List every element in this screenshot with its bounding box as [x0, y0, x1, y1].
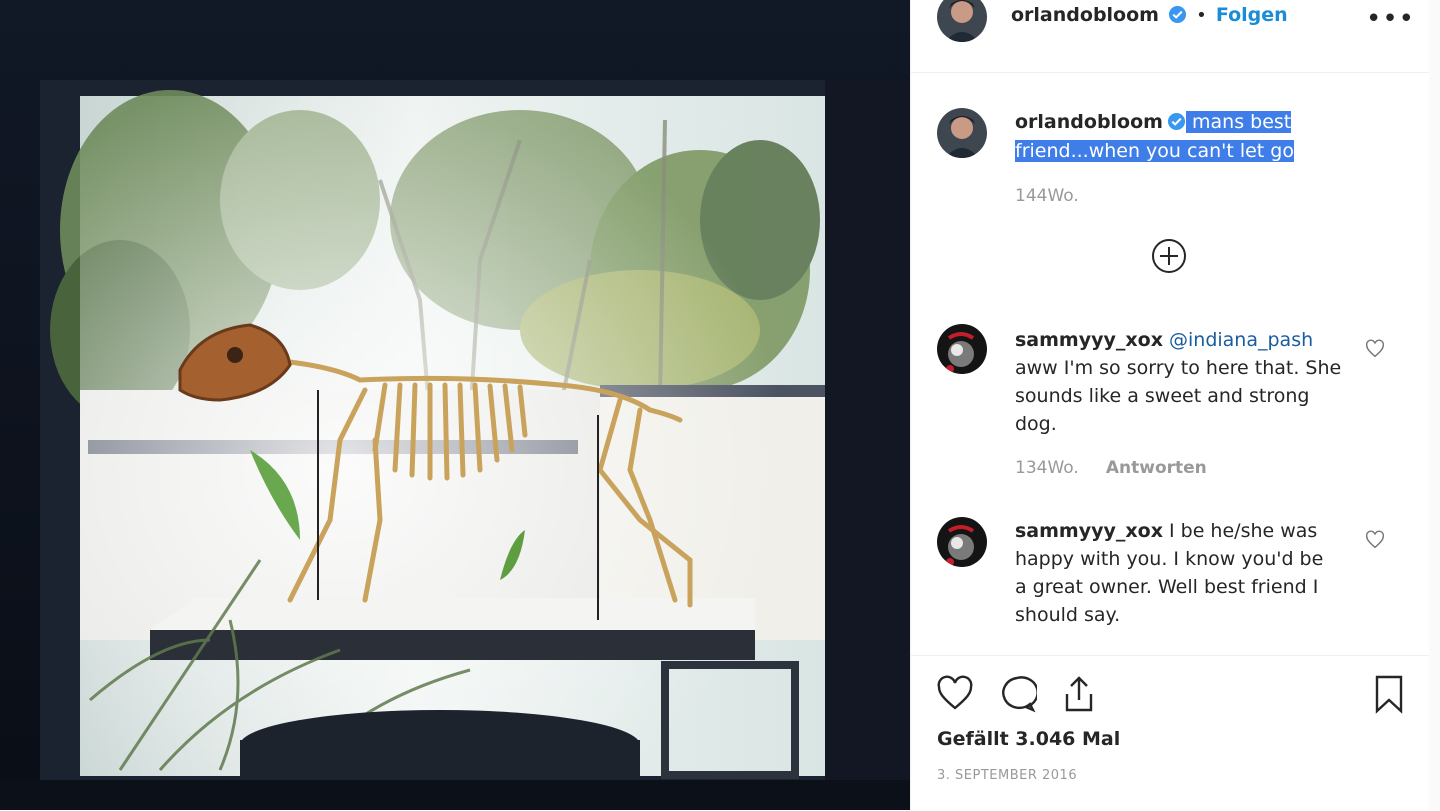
post-header: orlandobloom • Folgen ••• [911, 0, 1429, 73]
follow-button[interactable]: Folgen [1216, 4, 1288, 26]
comment-mention-link[interactable]: @indiana_pash [1169, 329, 1313, 351]
panel-edge [1429, 0, 1440, 810]
commenter-avatar[interactable] [937, 517, 987, 567]
comment-icon[interactable] [997, 674, 1037, 714]
load-more-comments-plus-circle-icon[interactable] [1151, 238, 1187, 274]
dog-skeleton-photo [0, 0, 910, 810]
verified-badge-icon [1169, 5, 1187, 24]
like-heart-icon[interactable] [935, 674, 975, 714]
comment-text-line: I be he/she was [1169, 520, 1318, 542]
caption-timestamp: 144Wo. [1015, 186, 1079, 206]
more-options-icon[interactable]: ••• [1366, 4, 1415, 34]
post-date: 3. SEPTEMBER 2016 [937, 768, 1078, 783]
reply-button[interactable]: Antworten [1106, 458, 1207, 478]
comment-text-line: a great owner. Well best friend I [1015, 576, 1319, 598]
caption-username[interactable]: orlandobloom [1015, 111, 1163, 133]
commenter-avatar[interactable] [937, 324, 987, 374]
comment-text-line: should say. [1015, 604, 1121, 626]
comment-text-line: sounds like a sweet and strong [1015, 385, 1310, 407]
comment-like-heart-icon[interactable] [1364, 529, 1386, 551]
dot-separator: • [1196, 5, 1207, 26]
caption-text-line2: friend...when you can't let go [1015, 140, 1294, 162]
comment-text-line: dog. [1015, 413, 1057, 435]
caption-text-line1: mans best [1192, 111, 1292, 133]
caption-verified-badge-icon [1167, 112, 1186, 131]
author-avatar[interactable] [937, 0, 987, 42]
comment-text-line: happy with you. I know you'd be [1015, 548, 1324, 570]
post-actions-bar: Gefällt 3.046 Mal 3. SEPTEMBER 2016 [911, 655, 1429, 811]
like-count[interactable]: Gefällt 3.046 Mal [937, 728, 1120, 750]
author-username[interactable]: orlandobloom [1011, 4, 1159, 26]
share-icon[interactable] [1059, 674, 1099, 714]
comment-username[interactable]: sammyyy_xox [1015, 329, 1163, 351]
comment-timestamp: 134Wo. [1015, 458, 1079, 478]
comment-username[interactable]: sammyyy_xox [1015, 520, 1163, 542]
post-image[interactable] [0, 0, 910, 810]
bookmark-icon[interactable] [1369, 674, 1409, 714]
post-details-panel: orlandobloom • Folgen ••• orlandobloom m… [910, 0, 1440, 810]
caption-avatar[interactable] [937, 108, 987, 158]
comment-like-heart-icon[interactable] [1364, 338, 1386, 360]
comment-text-line: aww I'm so sorry to here that. She [1015, 357, 1342, 379]
